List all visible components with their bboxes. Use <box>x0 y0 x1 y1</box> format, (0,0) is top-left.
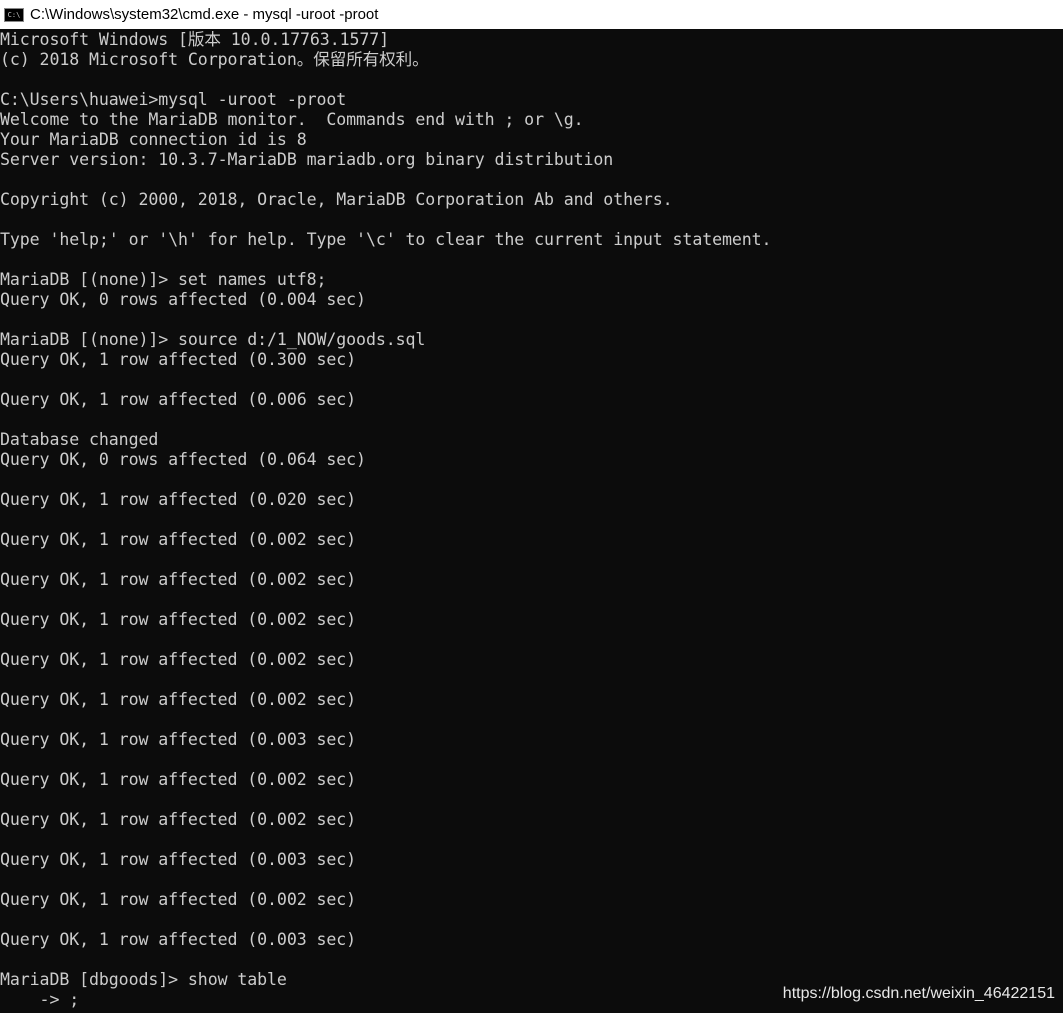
console-line: Query OK, 1 row affected (0.002 sec) <box>0 570 357 589</box>
console-line: Query OK, 1 row affected (0.002 sec) <box>0 610 357 629</box>
console-line: Query OK, 1 row affected (0.002 sec) <box>0 690 357 709</box>
console-line: Query OK, 1 row affected (0.020 sec) <box>0 490 357 509</box>
console-line: Query OK, 1 row affected (0.300 sec) <box>0 350 357 369</box>
console-line: Query OK, 1 row affected (0.006 sec) <box>0 390 357 409</box>
console-line: Query OK, 1 row affected (0.002 sec) <box>0 530 357 549</box>
console-line: MariaDB [(none)]> set names utf8; <box>0 270 327 289</box>
window-title: C:\Windows\system32\cmd.exe - mysql -uro… <box>30 6 379 23</box>
console-line: Welcome to the MariaDB monitor. Commands… <box>0 110 584 129</box>
console-output[interactable]: Microsoft Windows [版本 10.0.17763.1577] (c… <box>0 29 1063 1013</box>
console-line: (c) 2018 Microsoft Corporation。保留所有权利。 <box>0 50 429 69</box>
console-line: Query OK, 1 row affected (0.003 sec) <box>0 850 357 869</box>
console-line: C:\Users\huawei>mysql -uroot -proot <box>0 90 347 109</box>
title-bar[interactable]: C:\ C:\Windows\system32\cmd.exe - mysql … <box>0 0 1063 29</box>
watermark: https://blog.csdn.net/weixin_46422151 <box>782 985 1055 1002</box>
console-line: MariaDB [(none)]> source d:/1_NOW/goods.… <box>0 330 426 349</box>
console-line: Query OK, 1 row affected (0.003 sec) <box>0 730 357 749</box>
cmd-icon: C:\ <box>4 7 24 22</box>
console-line: Query OK, 1 row affected (0.002 sec) <box>0 810 357 829</box>
console-line: Your MariaDB connection id is 8 <box>0 130 307 149</box>
console-line: Query OK, 1 row affected (0.003 sec) <box>0 930 357 949</box>
console-line: Microsoft Windows [版本 10.0.17763.1577] <box>0 30 390 49</box>
console-line: Type 'help;' or '\h' for help. Type '\c'… <box>0 230 772 249</box>
console-line: Query OK, 1 row affected (0.002 sec) <box>0 650 357 669</box>
console-line: Server version: 10.3.7-MariaDB mariadb.o… <box>0 150 614 169</box>
console-line: Query OK, 1 row affected (0.002 sec) <box>0 770 357 789</box>
console-line: Copyright (c) 2000, 2018, Oracle, MariaD… <box>0 190 673 209</box>
console-line: Query OK, 0 rows affected (0.004 sec) <box>0 290 366 309</box>
console-line: Query OK, 0 rows affected (0.064 sec) <box>0 450 366 469</box>
console-line: Query OK, 1 row affected (0.002 sec) <box>0 890 357 909</box>
console-line: Database changed <box>0 430 159 449</box>
